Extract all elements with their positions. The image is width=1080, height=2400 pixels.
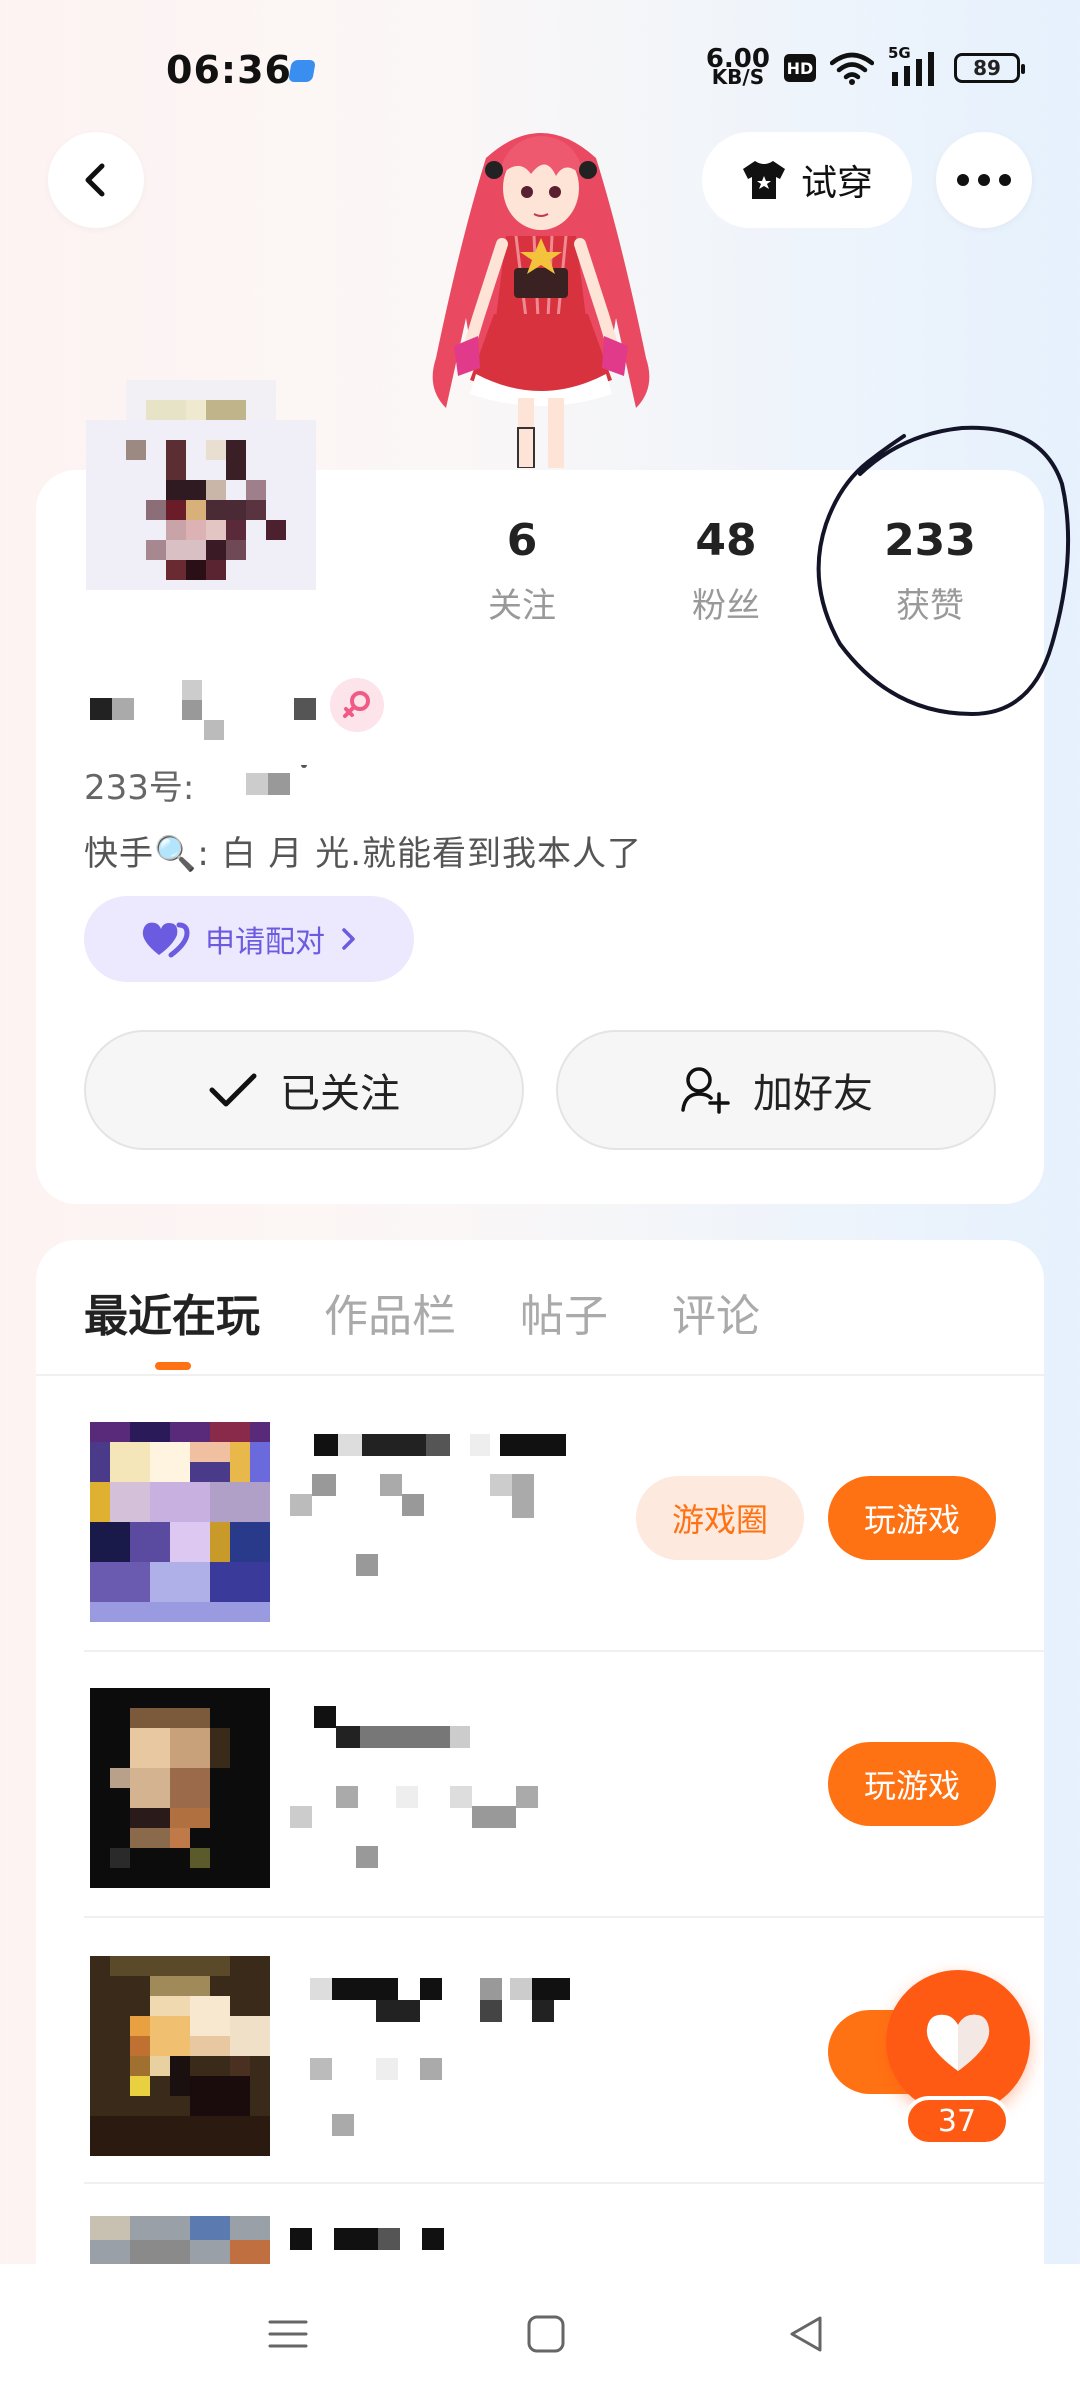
system-nav-bar bbox=[0, 2264, 1080, 2400]
tab-recently-played[interactable]: 最近在玩 bbox=[84, 1280, 260, 1344]
game-icon-pixelated bbox=[90, 1422, 270, 1622]
game-title-pixelated bbox=[310, 1978, 570, 2136]
followers-count: 48 bbox=[695, 515, 757, 566]
menu-icon bbox=[268, 2320, 308, 2348]
battery-indicator: 89 bbox=[954, 53, 1025, 83]
following-count: 6 bbox=[506, 515, 538, 566]
user-id-pixelated bbox=[246, 764, 308, 795]
hearts-icon bbox=[142, 922, 190, 958]
back-triangle-icon bbox=[790, 2316, 822, 2352]
user-avatar[interactable] bbox=[86, 380, 316, 630]
game-circle-button[interactable]: 游戏圈 bbox=[636, 1476, 804, 1560]
game-row-4[interactable] bbox=[84, 2184, 1044, 2264]
profile-tabs: 最近在玩 作品栏 帖子 评论 bbox=[84, 1280, 760, 1344]
cell-signal-icon: 5G bbox=[888, 44, 940, 86]
back-icon bbox=[85, 163, 105, 197]
floating-like-button[interactable] bbox=[886, 1970, 1030, 2114]
apply-match-label: 申请配对 bbox=[205, 925, 325, 960]
like-count-badge: 37 bbox=[904, 2096, 1010, 2146]
add-friend-label: 加好友 bbox=[753, 1071, 873, 1117]
tab-posts[interactable]: 帖子 bbox=[520, 1280, 608, 1344]
following-stat[interactable]: 6 关注 bbox=[442, 515, 602, 627]
game-row-1[interactable]: 游戏圈 玩游戏 bbox=[84, 1376, 1044, 1640]
play-game-button[interactable]: 玩游戏 bbox=[828, 1476, 996, 1560]
game-row-2[interactable]: 玩游戏 bbox=[84, 1642, 1044, 1906]
more-button[interactable] bbox=[936, 132, 1032, 228]
tab-works[interactable]: 作品栏 bbox=[324, 1280, 456, 1344]
user-id-row: 233号: bbox=[84, 760, 314, 809]
hd-icon: HD bbox=[784, 54, 816, 82]
game-title-pixelated bbox=[290, 1706, 538, 1868]
shirt-icon bbox=[742, 161, 785, 199]
add-user-icon bbox=[681, 1067, 730, 1114]
net-speed: 6.00 KB/S bbox=[706, 46, 770, 89]
status-icons: 6.00 KB/S HD 5G 89 bbox=[706, 44, 1025, 89]
try-on-label: 试穿 bbox=[800, 163, 873, 204]
back-button[interactable] bbox=[48, 132, 144, 228]
followers-label: 粉丝 bbox=[692, 586, 760, 626]
check-icon bbox=[209, 1073, 257, 1107]
user-bio: 快手🔍: 白 月 光.就能看到我本人了 bbox=[84, 834, 643, 874]
followers-stat[interactable]: 48 粉丝 bbox=[646, 515, 806, 627]
nav-menu-button[interactable] bbox=[258, 2304, 318, 2364]
tab-indicator bbox=[155, 1362, 191, 1370]
heart-icon bbox=[926, 2014, 990, 2071]
tab-comments[interactable]: 评论 bbox=[672, 1280, 760, 1344]
following-label: 关注 bbox=[488, 586, 556, 626]
nav-back-button[interactable] bbox=[776, 2304, 836, 2364]
followed-label: 已关注 bbox=[280, 1071, 400, 1117]
character-avatar[interactable] bbox=[406, 118, 676, 468]
try-on-button[interactable]: 试穿 bbox=[702, 132, 912, 228]
status-time: 06:36 bbox=[166, 48, 292, 92]
id-label: 233号: bbox=[84, 768, 195, 808]
net-speed-unit: KB/S bbox=[711, 65, 765, 89]
game-icon-pixelated bbox=[90, 2216, 270, 2264]
followed-button[interactable]: 已关注 bbox=[84, 1030, 524, 1150]
circle-annotation bbox=[816, 425, 1071, 717]
nav-home-button[interactable] bbox=[516, 2304, 576, 2364]
home-square-icon bbox=[527, 2315, 565, 2353]
game-icon-pixelated bbox=[90, 1688, 270, 1888]
game-icon-pixelated bbox=[90, 1956, 270, 2156]
apply-match-button[interactable]: 申请配对 bbox=[84, 896, 414, 982]
game-title-pixelated bbox=[290, 1434, 566, 1576]
wifi-icon bbox=[830, 52, 874, 85]
add-friend-button[interactable]: 加好友 bbox=[556, 1030, 996, 1150]
more-icon bbox=[957, 174, 1011, 186]
game-title-pixelated bbox=[290, 2228, 444, 2250]
chevron-right-icon bbox=[342, 928, 355, 950]
female-icon bbox=[330, 678, 384, 732]
play-game-button[interactable]: 玩游戏 bbox=[828, 1742, 996, 1826]
notification-app-icon bbox=[288, 60, 316, 82]
